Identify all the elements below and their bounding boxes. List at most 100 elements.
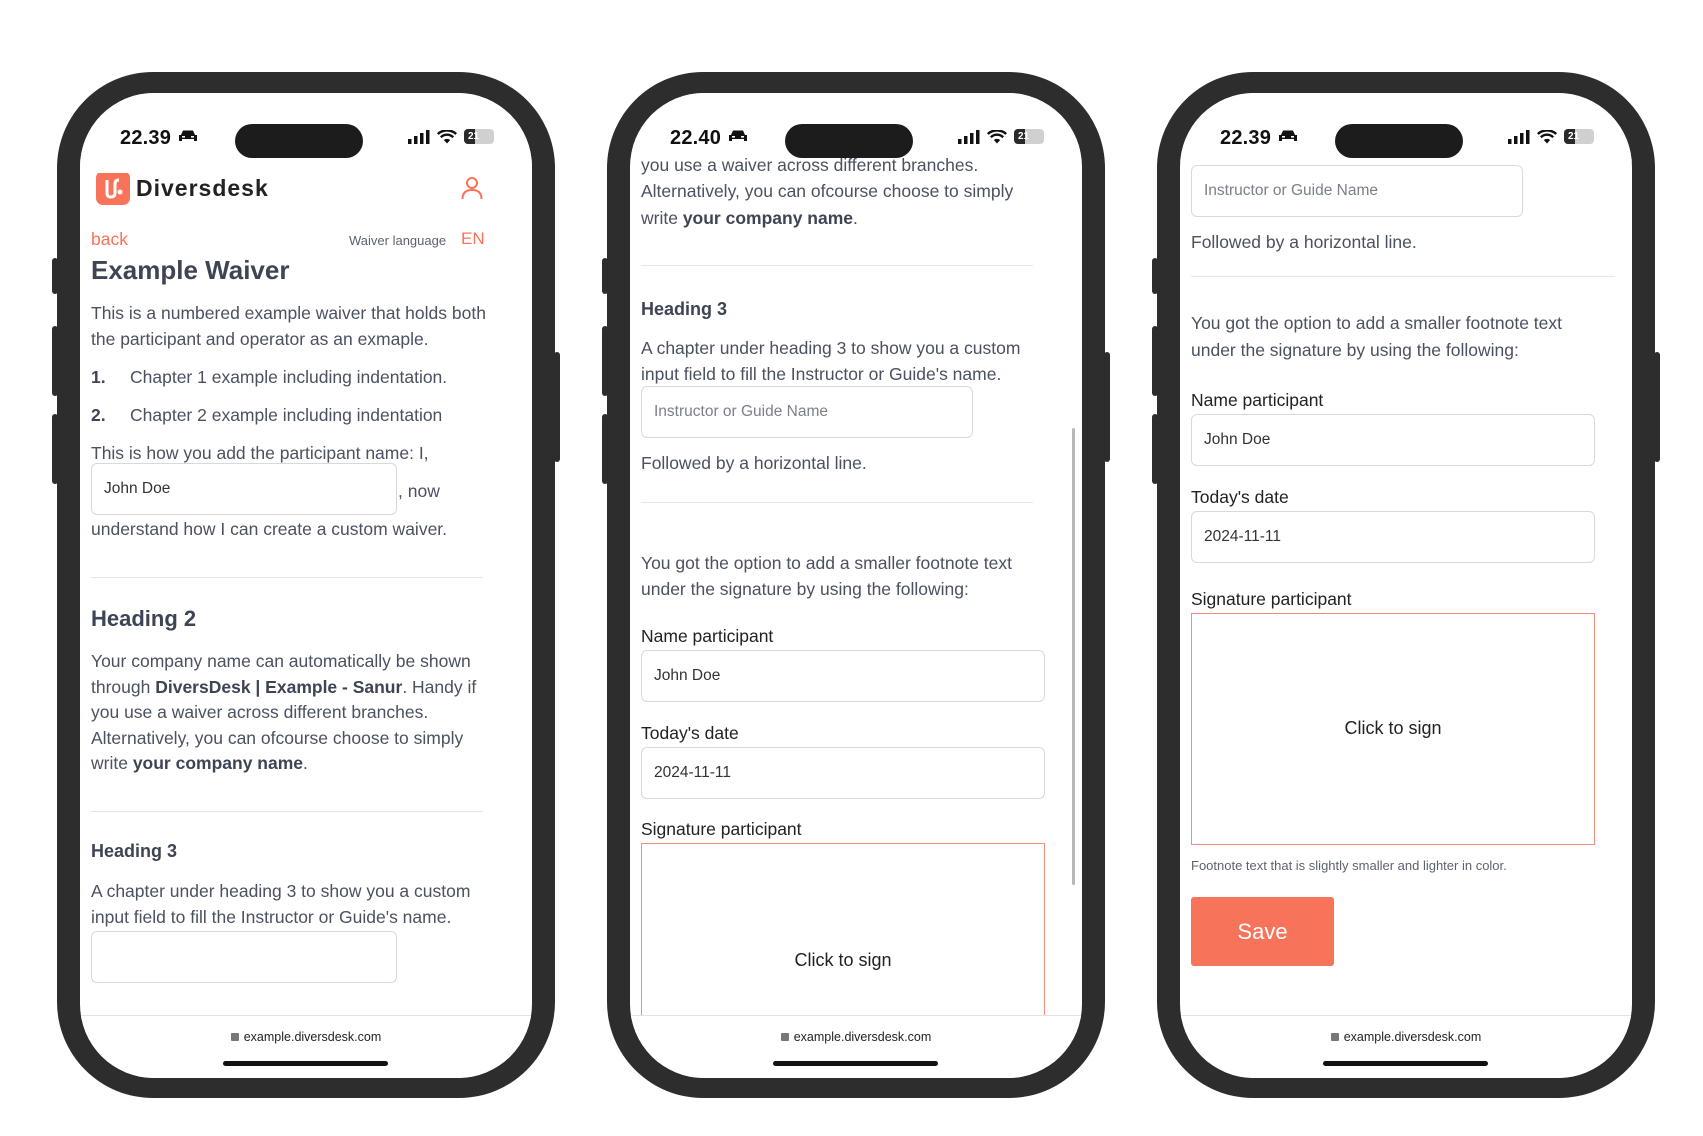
todays-date-input[interactable]: 2024-11-11 [641, 747, 1045, 799]
brand-name: Diversdesk [136, 175, 269, 201]
footnote-text: Footnote text that is slightly smaller a… [1191, 858, 1507, 873]
list-number-1: 1. [91, 367, 106, 387]
footnote-intro-line-1: You got the option to add a smaller foot… [1191, 313, 1563, 333]
phone-screen: 22.39 21 Diversdesk back Waiver language… [80, 93, 532, 1078]
todays-date-label: Today's date [1191, 487, 1289, 507]
page-content: you use a waiver across different branch… [630, 93, 1082, 1015]
browser-url-bar[interactable]: example.diversdesk.com [1180, 1015, 1632, 1078]
signal-icon [408, 129, 430, 144]
home-indicator[interactable] [223, 1061, 388, 1066]
intro-line-1: This is a numbered example waiver that h… [91, 303, 486, 323]
user-profile-icon[interactable] [461, 176, 483, 200]
volume-up-button [52, 326, 58, 396]
signature-participant-label: Signature participant [1191, 589, 1352, 609]
instructor-input-partial[interactable] [91, 931, 397, 983]
heading3-line-1: A chapter under heading 3 to show you a … [91, 881, 471, 901]
lock-icon [230, 1033, 239, 1041]
divider [641, 265, 1033, 266]
action-button [602, 258, 608, 294]
heading2-line-5: write your company name. [641, 208, 858, 228]
name-participant-label: Name participant [1191, 390, 1324, 410]
status-time: 22.39 [120, 127, 172, 149]
browser-url-bar[interactable]: example.diversdesk.com [80, 1015, 532, 1078]
instructor-name-input[interactable]: Instructor or Guide Name [641, 386, 973, 438]
divider [91, 577, 483, 578]
divider [641, 502, 1033, 503]
language-selector[interactable]: EN [461, 229, 485, 249]
heading2-line-1: Your company name can automatically be s… [91, 651, 471, 671]
followed-by-line-text: Followed by a horizontal line. [1191, 232, 1417, 252]
heading2-line-3: you use a waiver across different branch… [91, 702, 429, 722]
back-link[interactable]: back [91, 229, 128, 250]
scrollbar[interactable] [1072, 428, 1075, 885]
car-icon [729, 130, 747, 141]
phone-1: 22.39 21 Diversdesk back Waiver language… [52, 72, 560, 1098]
car-icon [179, 130, 197, 141]
divider [1191, 276, 1615, 277]
diversdesk-logo-icon [96, 171, 130, 205]
heading2-line-4: Alternatively, you can ofcourse choose t… [91, 728, 464, 748]
wifi-icon [437, 129, 457, 143]
name-participant-input[interactable]: John Doe [641, 650, 1045, 702]
signature-pad[interactable]: Click to sign [1191, 613, 1595, 845]
lock-icon [780, 1033, 789, 1041]
home-indicator[interactable] [773, 1061, 938, 1066]
phone-screen: Instructor or Guide Name Followed by a h… [1180, 93, 1632, 1078]
name-participant-input[interactable]: John Doe [1191, 414, 1595, 466]
power-button [1104, 352, 1110, 462]
status-bar: 22.39 21 [80, 93, 532, 173]
system-icons: 21 [408, 129, 494, 144]
list-number-2: 2. [91, 405, 106, 425]
volume-down-button [52, 414, 58, 484]
participant-sentence-mid: , now [398, 481, 440, 501]
url-text: example.diversdesk.com [243, 1030, 382, 1044]
heading2-line-4: Alternatively, you can ofcourse choose t… [641, 181, 1014, 201]
heading3-line-2: input field to fill the Instructor or Gu… [641, 364, 1002, 384]
phone-3: Instructor or Guide Name Followed by a h… [1152, 72, 1660, 1098]
page-content: Instructor or Guide Name Followed by a h… [1180, 93, 1632, 1015]
browser-url-bar[interactable]: example.diversdesk.com [630, 1015, 1082, 1078]
heading3-line-1: A chapter under heading 3 to show you a … [641, 338, 1021, 358]
heading-3: Heading 3 [91, 841, 178, 861]
system-icons: 21 [1508, 129, 1594, 144]
divider [91, 811, 483, 812]
heading-2: Heading 2 [91, 606, 197, 631]
page-content: Diversdesk back Waiver language EN Examp… [80, 93, 532, 1015]
action-button [1152, 258, 1158, 294]
battery-icon: 21 [464, 129, 494, 144]
heading3-line-2: input field to fill the Instructor or Gu… [91, 907, 452, 927]
signature-prompt: Click to sign [1344, 718, 1442, 738]
signal-icon [1508, 129, 1530, 144]
phone-2: you use a waiver across different branch… [602, 72, 1110, 1098]
signature-pad[interactable]: Click to sign [641, 843, 1045, 1015]
lock-icon [1330, 1033, 1339, 1041]
volume-up-button [602, 326, 608, 396]
footnote-intro-line-2: under the signature by using the followi… [641, 579, 969, 599]
list-item-2: Chapter 2 example including indentation [130, 405, 443, 425]
power-button [1654, 352, 1660, 462]
car-icon [1279, 130, 1297, 141]
intro-line-2: the participant and operator as an exmap… [91, 329, 429, 349]
todays-date-label: Today's date [641, 723, 739, 743]
participant-inline-input[interactable]: John Doe [91, 463, 397, 515]
instructor-name-input[interactable]: Instructor or Guide Name [1191, 165, 1523, 217]
heading-3: Heading 3 [641, 299, 728, 319]
page-title: Example Waiver [91, 255, 290, 285]
dynamic-island [785, 124, 913, 158]
waiver-language-label: Waiver language [349, 233, 447, 248]
save-button[interactable]: Save [1191, 897, 1334, 966]
battery-icon: 21 [1014, 129, 1044, 144]
status-bar: 22.39 21 [1180, 93, 1632, 161]
footnote-intro-line-2: under the signature by using the followi… [1191, 340, 1519, 360]
status-time: 22.39 [1220, 127, 1272, 149]
home-indicator[interactable] [1323, 1061, 1488, 1066]
footnote-intro-line-1: You got the option to add a smaller foot… [641, 553, 1013, 573]
todays-date-input[interactable]: 2024-11-11 [1191, 511, 1595, 563]
list-item-1: Chapter 1 example including indentation. [130, 367, 448, 387]
url-text: example.diversdesk.com [793, 1030, 932, 1044]
heading2-line-2: through DiversDesk | Example - Sanur. Ha… [91, 677, 477, 697]
dynamic-island [1335, 124, 1463, 158]
participant-sentence-end: understand how I can create a custom wai… [91, 519, 448, 539]
battery-icon: 21 [1564, 129, 1594, 144]
phone-screen: you use a waiver across different branch… [630, 93, 1082, 1078]
